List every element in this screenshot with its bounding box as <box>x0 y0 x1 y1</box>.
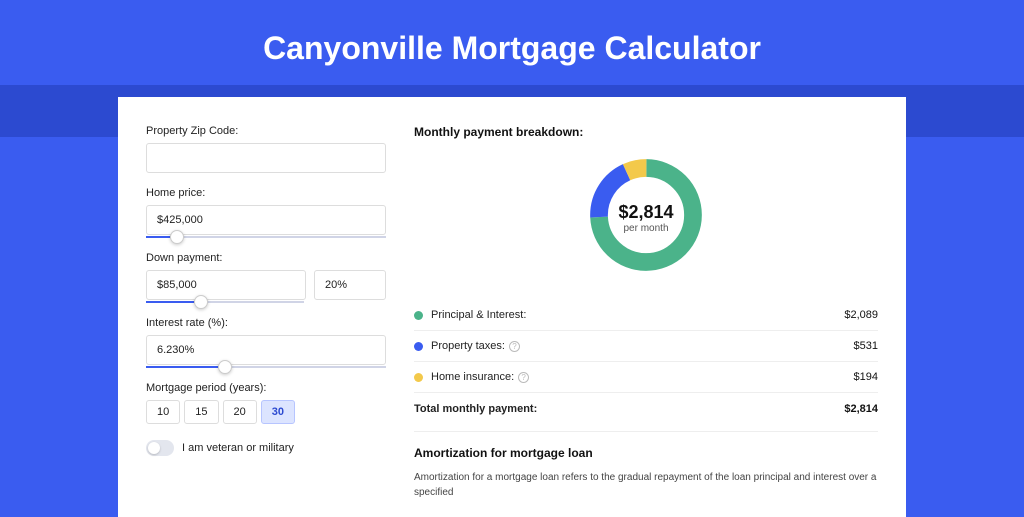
total-label: Total monthly payment: <box>414 403 844 415</box>
slider-thumb[interactable] <box>218 360 232 374</box>
line-principal-label: Principal & Interest: <box>431 309 844 321</box>
field-period: Mortgage period (years): 10 15 20 30 <box>146 382 386 424</box>
down-payment-pct-input[interactable] <box>314 270 386 300</box>
line-insurance-value: $194 <box>854 371 878 383</box>
info-icon[interactable]: ? <box>518 372 529 383</box>
total-value: $2,814 <box>844 403 878 415</box>
dot-taxes-icon <box>414 342 423 351</box>
home-price-input[interactable] <box>146 205 386 235</box>
veteran-toggle[interactable] <box>146 440 174 456</box>
donut-amount: $2,814 <box>584 202 708 223</box>
period-30[interactable]: 30 <box>261 400 295 424</box>
interest-label: Interest rate (%): <box>146 317 386 329</box>
donut-center: $2,814 per month <box>584 202 708 234</box>
period-label: Mortgage period (years): <box>146 382 386 394</box>
veteran-label: I am veteran or military <box>182 442 294 454</box>
line-principal-value: $2,089 <box>844 309 878 321</box>
donut-sub: per month <box>584 223 708 234</box>
period-10[interactable]: 10 <box>146 400 180 424</box>
field-home-price: Home price: <box>146 187 386 238</box>
amort-text: Amortization for a mortgage loan refers … <box>414 470 878 500</box>
field-zip: Property Zip Code: <box>146 125 386 173</box>
slider-thumb[interactable] <box>170 230 184 244</box>
field-interest: Interest rate (%): <box>146 317 386 368</box>
line-taxes-label: Property taxes:? <box>431 340 854 352</box>
form-panel: Property Zip Code: Home price: Down paym… <box>146 125 386 517</box>
slider-thumb[interactable] <box>194 295 208 309</box>
dot-principal-icon <box>414 311 423 320</box>
home-price-slider[interactable] <box>146 236 386 238</box>
period-15[interactable]: 15 <box>184 400 218 424</box>
calculator-card: Property Zip Code: Home price: Down paym… <box>118 97 906 517</box>
line-taxes: Property taxes:? $531 <box>414 331 878 362</box>
line-taxes-value: $531 <box>854 340 878 352</box>
line-total: Total monthly payment: $2,814 <box>414 393 878 425</box>
interest-slider[interactable] <box>146 366 386 368</box>
zip-input[interactable] <box>146 143 386 173</box>
period-20[interactable]: 20 <box>223 400 257 424</box>
home-price-label: Home price: <box>146 187 386 199</box>
line-insurance-label: Home insurance:? <box>431 371 854 383</box>
info-icon[interactable]: ? <box>509 341 520 352</box>
page-title: Canyonville Mortgage Calculator <box>0 30 1024 67</box>
dot-insurance-icon <box>414 373 423 382</box>
donut-chart-wrap: $2,814 per month <box>414 153 878 282</box>
breakdown-panel: Monthly payment breakdown: $2,814 per mo… <box>414 125 878 517</box>
down-payment-input[interactable] <box>146 270 306 300</box>
period-group: 10 15 20 30 <box>146 400 386 424</box>
zip-label: Property Zip Code: <box>146 125 386 137</box>
down-payment-label: Down payment: <box>146 252 386 264</box>
down-payment-slider[interactable] <box>146 301 304 303</box>
amort-title: Amortization for mortgage loan <box>414 446 878 460</box>
field-down-payment: Down payment: <box>146 252 386 303</box>
veteran-row: I am veteran or military <box>146 440 386 456</box>
line-principal: Principal & Interest: $2,089 <box>414 300 878 331</box>
breakdown-title: Monthly payment breakdown: <box>414 125 878 139</box>
line-insurance: Home insurance:? $194 <box>414 362 878 393</box>
amortization-section: Amortization for mortgage loan Amortizat… <box>414 431 878 500</box>
interest-input[interactable] <box>146 335 386 365</box>
